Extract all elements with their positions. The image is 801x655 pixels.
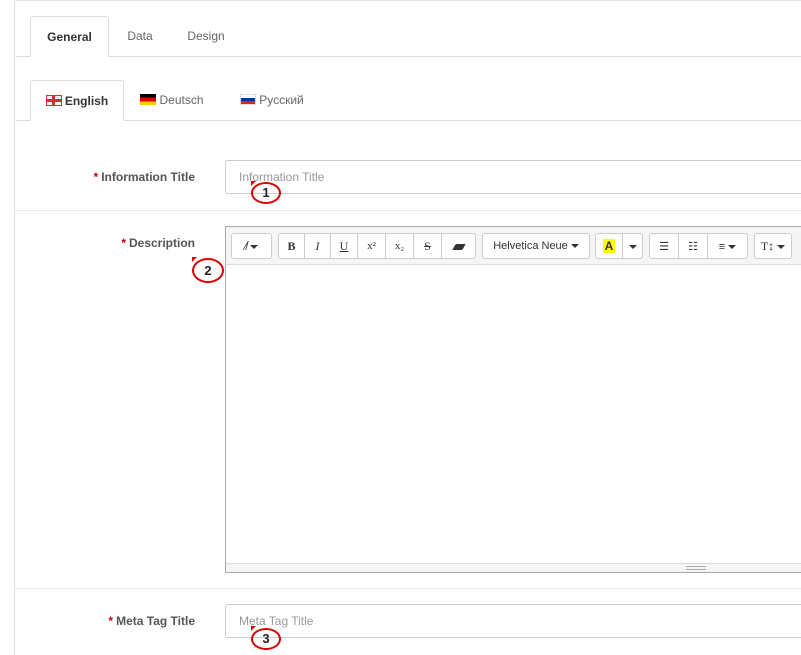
- meta-title-input[interactable]: [225, 604, 801, 638]
- ordered-list-icon: ☷: [688, 241, 698, 253]
- chevron-down-icon: [728, 244, 737, 249]
- line-height-icon: T↕: [760, 239, 775, 253]
- tab-english-label: English: [64, 94, 109, 108]
- paragraph-align-button[interactable]: ≡: [707, 233, 748, 259]
- color-dropdown-button[interactable]: [622, 233, 643, 259]
- description-editor[interactable]: ⁄̸ B I U x² x₂ S Helvetica Neue A ☰ ☷ ≡ …: [225, 226, 801, 573]
- meta-title-label: * Meta Tag Title: [15, 614, 195, 628]
- strikethrough-button[interactable]: S: [413, 233, 442, 259]
- chevron-down-icon: [628, 244, 637, 249]
- chevron-down-icon: [570, 244, 579, 249]
- font-family-dropdown[interactable]: Helvetica Neue: [482, 233, 590, 259]
- tab-russian[interactable]: Русский: [232, 80, 312, 120]
- bold-button[interactable]: B: [278, 233, 305, 259]
- eraser-icon: [451, 244, 466, 250]
- tab-deutsch[interactable]: Deutsch: [132, 80, 212, 120]
- text-color-button[interactable]: A: [595, 233, 623, 259]
- info-title-label-text: Information Title: [101, 170, 195, 184]
- annotation-marker-2: 2: [192, 258, 224, 283]
- row-divider: [15, 210, 801, 211]
- meta-title-label-text: Meta Tag Title: [116, 614, 195, 628]
- chevron-down-icon: [250, 244, 258, 249]
- annotation-marker-1: 1: [251, 182, 281, 204]
- align-left-icon: ≡: [718, 241, 726, 253]
- editor-toolbar: ⁄̸ B I U x² x₂ S Helvetica Neue A ☰ ☷ ≡ …: [226, 227, 801, 265]
- tab-russian-label: Русский: [259, 93, 304, 107]
- row-divider: [15, 588, 801, 589]
- language-tabs: English Deutsch Русский: [16, 80, 801, 121]
- required-asterisk: *: [93, 170, 99, 184]
- text-color-icon: A: [602, 239, 616, 253]
- editor-content-area[interactable]: [226, 265, 801, 564]
- german-flag-icon: [140, 94, 157, 106]
- subscript-button[interactable]: x₂: [385, 233, 414, 259]
- tab-general[interactable]: General: [30, 16, 109, 57]
- line-height-button[interactable]: T↕: [754, 233, 792, 259]
- font-family-value: Helvetica Neue: [493, 240, 568, 252]
- description-label: * Description: [15, 236, 195, 250]
- magic-wand-icon: ⁄̸: [244, 239, 247, 253]
- main-tabs: General Data Design: [16, 16, 801, 57]
- ordered-list-button[interactable]: ☷: [678, 233, 708, 259]
- unordered-list-button[interactable]: ☰: [649, 233, 679, 259]
- info-title-label: * Information Title: [15, 170, 195, 184]
- uk-flag-icon: [45, 95, 62, 107]
- eraser-button[interactable]: [441, 233, 476, 259]
- magic-wand-button[interactable]: ⁄̸: [231, 233, 272, 259]
- tab-deutsch-label: Deutsch: [159, 93, 204, 107]
- required-asterisk: *: [108, 614, 114, 628]
- required-asterisk: *: [121, 236, 126, 250]
- resize-grip-icon: [686, 566, 706, 570]
- info-title-input[interactable]: [225, 160, 801, 194]
- underline-button[interactable]: U: [330, 233, 358, 259]
- tab-english[interactable]: English: [30, 80, 124, 121]
- unordered-list-icon: ☰: [659, 241, 669, 253]
- description-label-text: Description: [128, 236, 195, 250]
- russian-flag-icon: [240, 94, 257, 106]
- annotation-marker-3: 3: [251, 628, 281, 650]
- tab-data[interactable]: Data: [112, 16, 168, 56]
- italic-button[interactable]: I: [304, 233, 331, 259]
- editor-resize-bar[interactable]: [226, 563, 801, 572]
- superscript-button[interactable]: x²: [357, 233, 386, 259]
- tab-design[interactable]: Design: [176, 16, 236, 56]
- chevron-down-icon: [777, 245, 786, 250]
